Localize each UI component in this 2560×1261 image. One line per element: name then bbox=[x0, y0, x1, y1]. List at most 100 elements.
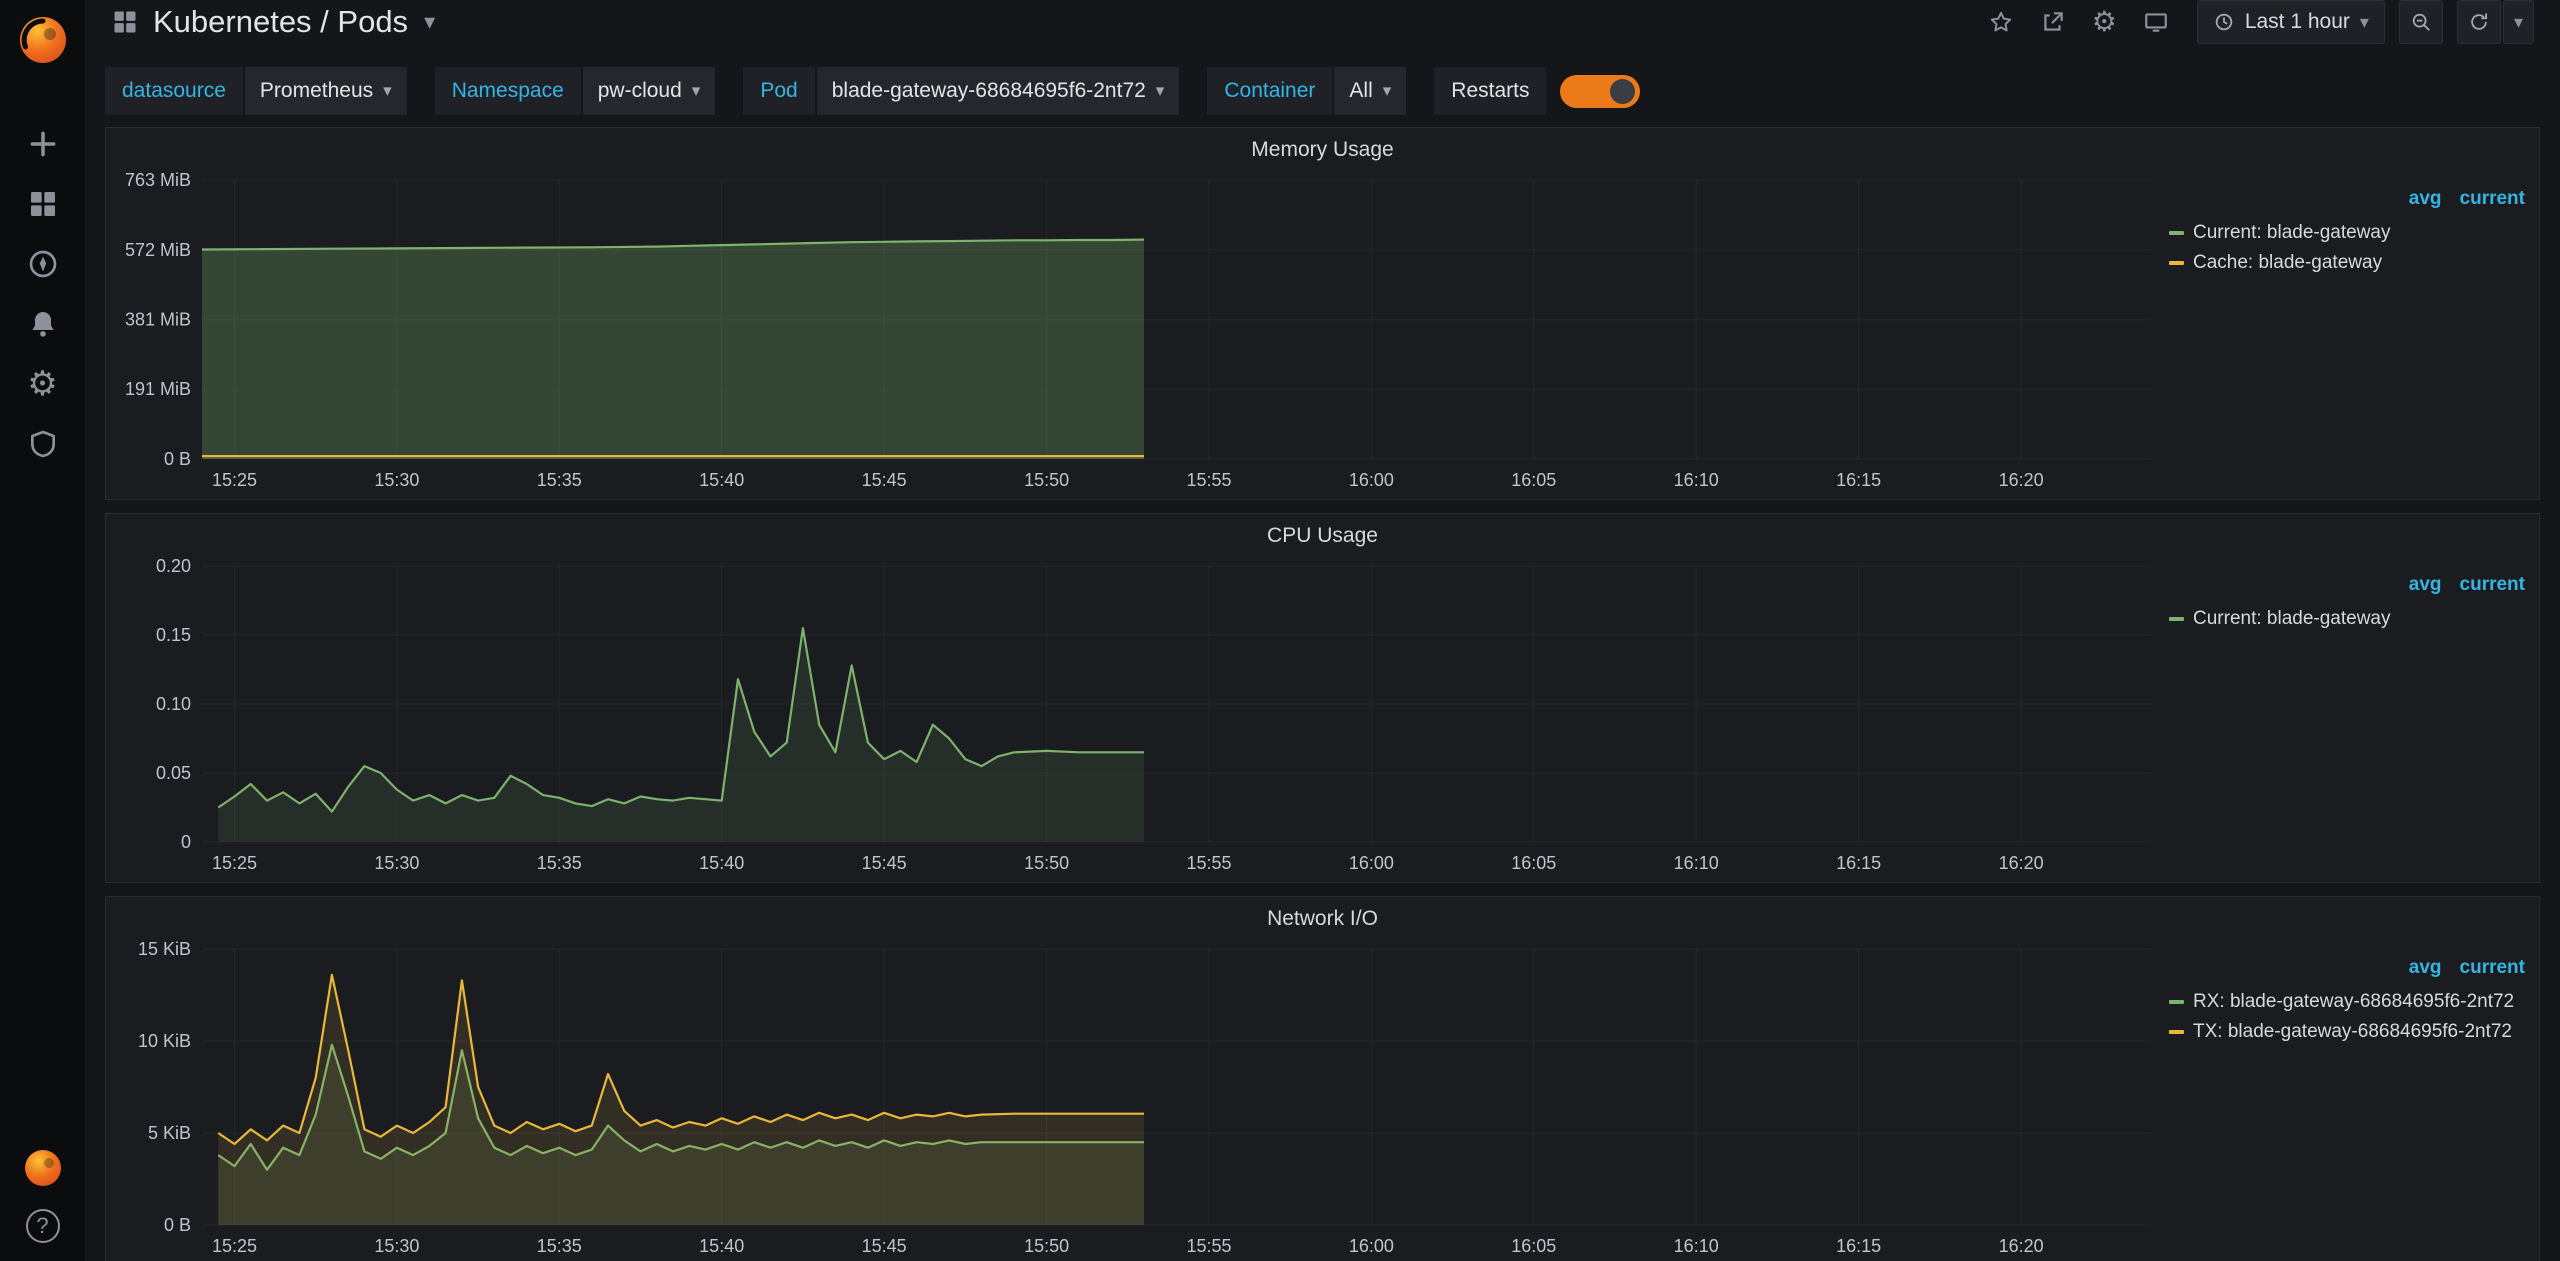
svg-text:0.10: 0.10 bbox=[156, 694, 191, 714]
legend-sort-current[interactable]: current bbox=[2460, 188, 2525, 210]
refresh-icon bbox=[2468, 11, 2490, 33]
pod-select[interactable]: blade-gateway-68684695f6-2nt72 ▾ bbox=[817, 67, 1180, 115]
legend-sort-current[interactable]: current bbox=[2460, 574, 2525, 596]
svg-text:16:10: 16:10 bbox=[1674, 470, 1719, 490]
legend-item[interactable]: Cache: blade-gateway bbox=[2169, 248, 2525, 278]
alerting-icon[interactable] bbox=[0, 294, 85, 354]
legend-item[interactable]: RX: blade-gateway-68684695f6-2nt72 bbox=[2169, 987, 2525, 1017]
share-button[interactable] bbox=[2034, 9, 2072, 35]
svg-text:16:15: 16:15 bbox=[1836, 470, 1881, 490]
legend-sort-current[interactable]: current bbox=[2460, 957, 2525, 979]
legend-sort-avg[interactable]: avg bbox=[2409, 957, 2442, 979]
settings-button[interactable]: ⚙ bbox=[2086, 8, 2123, 36]
restarts-toggle[interactable] bbox=[1560, 75, 1640, 108]
container-select[interactable]: All ▾ bbox=[1334, 67, 1406, 115]
variable-datasource: datasource Prometheus ▾ bbox=[105, 67, 407, 115]
svg-text:0 B: 0 B bbox=[164, 449, 191, 469]
svg-text:15 KiB: 15 KiB bbox=[138, 941, 191, 959]
chevron-down-icon: ▾ bbox=[1383, 81, 1392, 101]
svg-text:15:50: 15:50 bbox=[1024, 853, 1069, 873]
navbar: Kubernetes / Pods ▾ ⚙ Last 1 hour ▾ ▾ bbox=[85, 0, 2560, 44]
server-admin-icon[interactable] bbox=[0, 414, 85, 474]
variable-label: datasource bbox=[105, 67, 243, 115]
svg-text:15:35: 15:35 bbox=[537, 470, 582, 490]
help-glyph: ? bbox=[36, 1213, 48, 1239]
svg-text:16:10: 16:10 bbox=[1674, 1236, 1719, 1256]
svg-text:763 MiB: 763 MiB bbox=[125, 172, 191, 190]
explore-icon[interactable] bbox=[0, 234, 85, 294]
svg-text:0.20: 0.20 bbox=[156, 558, 191, 576]
series-name: Cache: blade-gateway bbox=[2193, 252, 2382, 274]
main-area: Kubernetes / Pods ▾ ⚙ Last 1 hour ▾ ▾ bbox=[85, 0, 2560, 1261]
series-name: Current: blade-gateway bbox=[2193, 608, 2391, 630]
grafana-logo[interactable] bbox=[17, 14, 69, 66]
series-color-dash bbox=[2169, 1030, 2184, 1034]
panel-legend: avg current RX: blade-gateway-68684695f6… bbox=[2169, 941, 2539, 1261]
svg-text:15:40: 15:40 bbox=[699, 853, 744, 873]
variable-value: Prometheus bbox=[260, 79, 373, 103]
svg-text:0.15: 0.15 bbox=[156, 625, 191, 645]
zoom-out-icon bbox=[2410, 11, 2432, 33]
svg-text:15:35: 15:35 bbox=[537, 1236, 582, 1256]
panel-title[interactable]: Memory Usage bbox=[106, 128, 2539, 172]
namespace-select[interactable]: pw-cloud ▾ bbox=[583, 67, 716, 115]
dashboards-icon[interactable] bbox=[0, 174, 85, 234]
svg-text:191 MiB: 191 MiB bbox=[125, 379, 191, 399]
variable-label: Container bbox=[1207, 67, 1332, 115]
series-name: RX: blade-gateway-68684695f6-2nt72 bbox=[2193, 991, 2514, 1013]
network-io-chart[interactable]: 15:2515:3015:3515:4015:4515:5015:5516:00… bbox=[106, 941, 2169, 1261]
variable-label: Namespace bbox=[435, 67, 581, 115]
svg-text:5 KiB: 5 KiB bbox=[148, 1123, 191, 1143]
svg-text:381 MiB: 381 MiB bbox=[125, 310, 191, 330]
refresh-group: ▾ bbox=[2457, 0, 2534, 44]
series-color-dash bbox=[2169, 261, 2184, 265]
panel-cpu-usage: CPU Usage 15:2515:3015:3515:4015:4515:50… bbox=[105, 513, 2540, 883]
cpu-usage-chart[interactable]: 15:2515:3015:3515:4015:4515:5015:5516:00… bbox=[106, 558, 2169, 882]
refresh-button[interactable] bbox=[2457, 0, 2501, 44]
variable-value: All bbox=[1349, 79, 1372, 103]
svg-text:16:00: 16:00 bbox=[1349, 470, 1394, 490]
svg-text:15:30: 15:30 bbox=[374, 1236, 419, 1256]
svg-text:15:40: 15:40 bbox=[699, 470, 744, 490]
help-icon[interactable]: ? bbox=[26, 1209, 60, 1243]
svg-text:15:50: 15:50 bbox=[1024, 1236, 1069, 1256]
chevron-down-icon: ▾ bbox=[383, 81, 392, 101]
zoom-out-button[interactable] bbox=[2399, 0, 2443, 44]
svg-text:15:45: 15:45 bbox=[862, 1236, 907, 1256]
title-caret-icon[interactable]: ▾ bbox=[424, 9, 435, 35]
series-color-dash bbox=[2169, 617, 2184, 621]
variable-value: pw-cloud bbox=[598, 79, 682, 103]
avatar[interactable] bbox=[24, 1149, 62, 1187]
svg-text:16:15: 16:15 bbox=[1836, 853, 1881, 873]
page-title[interactable]: Kubernetes / Pods bbox=[153, 4, 408, 40]
panel-title[interactable]: CPU Usage bbox=[106, 514, 2539, 558]
svg-text:16:10: 16:10 bbox=[1674, 853, 1719, 873]
chevron-down-icon: ▾ bbox=[692, 81, 701, 101]
refresh-interval-button[interactable]: ▾ bbox=[2503, 0, 2534, 44]
star-button[interactable] bbox=[1982, 9, 2020, 35]
svg-text:15:30: 15:30 bbox=[374, 853, 419, 873]
legend-sort-avg[interactable]: avg bbox=[2409, 188, 2442, 210]
legend-sort-avg[interactable]: avg bbox=[2409, 574, 2442, 596]
svg-text:15:35: 15:35 bbox=[537, 853, 582, 873]
variable-namespace: Namespace pw-cloud ▾ bbox=[435, 67, 716, 115]
datasource-select[interactable]: Prometheus ▾ bbox=[245, 67, 407, 115]
legend-item[interactable]: Current: blade-gateway bbox=[2169, 218, 2525, 248]
panel-legend: avg current Current: blade-gateway Cache:… bbox=[2169, 172, 2539, 499]
svg-text:15:30: 15:30 bbox=[374, 470, 419, 490]
dashboard-variables-bar: datasource Prometheus ▾ Namespace pw-clo… bbox=[85, 67, 2560, 115]
svg-text:16:20: 16:20 bbox=[1999, 470, 2044, 490]
memory-usage-chart[interactable]: 15:2515:3015:3515:4015:4515:5015:5516:00… bbox=[106, 172, 2169, 499]
svg-text:16:00: 16:00 bbox=[1349, 1236, 1394, 1256]
dashboard-grid: Memory Usage 15:2515:3015:3515:4015:4515… bbox=[85, 127, 2560, 1261]
configuration-icon[interactable]: ⚙ bbox=[0, 354, 85, 414]
svg-text:15:55: 15:55 bbox=[1186, 1236, 1231, 1256]
time-picker-button[interactable]: Last 1 hour ▾ bbox=[2197, 0, 2385, 44]
panel-title[interactable]: Network I/O bbox=[106, 897, 2539, 941]
dashboard-grid-icon[interactable] bbox=[111, 8, 139, 36]
create-icon[interactable] bbox=[0, 114, 85, 174]
tv-mode-button[interactable] bbox=[2137, 9, 2175, 35]
series-name: TX: blade-gateway-68684695f6-2nt72 bbox=[2193, 1021, 2512, 1043]
legend-item[interactable]: TX: blade-gateway-68684695f6-2nt72 bbox=[2169, 1017, 2525, 1047]
legend-item[interactable]: Current: blade-gateway bbox=[2169, 604, 2525, 634]
